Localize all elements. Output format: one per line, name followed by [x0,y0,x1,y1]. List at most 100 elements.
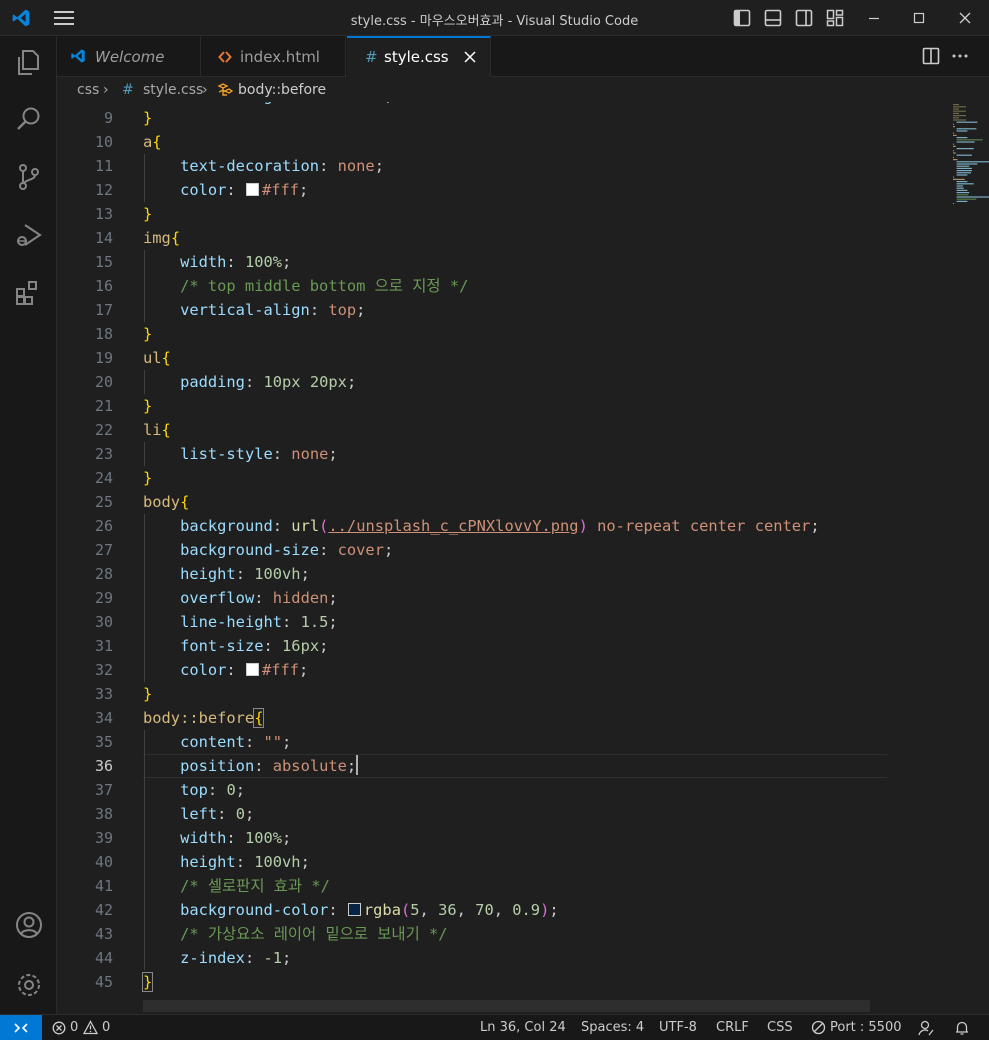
horizontal-scrollbar[interactable] [143,1000,870,1012]
code-line[interactable]: } [143,682,152,706]
code-line[interactable]: top: 0; [143,778,245,802]
encoding[interactable]: UTF-8 [659,1020,697,1035]
toggle-primary-sidebar-icon[interactable] [733,9,751,27]
search-icon[interactable] [14,104,44,134]
code-line[interactable]: width: 100%; [143,826,291,850]
code-line[interactable]: background: url(../unsplash_c_cPNXlovvY.… [143,514,820,538]
split-editor-icon[interactable] [921,46,941,66]
color-swatch[interactable] [347,903,361,916]
notifications-bell-icon[interactable] [954,1020,970,1036]
code-line[interactable]: overflow: hidden; [143,586,338,610]
minimap-line [953,134,957,136]
maximize-icon[interactable] [909,8,929,28]
minimap-line [956,172,971,174]
code-line[interactable]: } [143,466,152,490]
breadcrumb-folder[interactable]: css [77,82,99,98]
code-line[interactable]: vertical-align: top; [143,298,365,322]
remote-button[interactable] [0,1015,42,1040]
language-mode[interactable]: CSS [767,1020,793,1035]
explorer-icon[interactable] [14,48,44,78]
source-control-icon[interactable] [14,162,44,192]
code-line[interactable]: /* 가상요소 레이어 밑으로 보내기 */ [143,922,447,946]
customize-layout-icon[interactable] [826,9,844,27]
line-number: 42 [94,901,113,919]
error-count[interactable]: 0 [70,1020,78,1035]
tab-style-css[interactable]: # style.css [347,36,491,77]
minimap-line [953,159,958,161]
code-line[interactable]: left: 0; [143,802,254,826]
line-number: 22 [94,421,113,439]
close-icon[interactable] [955,8,975,28]
code-line[interactable]: body{ [143,490,189,514]
code-line[interactable]: width: 100%; [143,250,291,274]
line-number: 16 [94,277,113,295]
color-swatch[interactable] [245,183,259,196]
code-line[interactable]: /* 셀로판지 효과 */ [143,874,330,898]
minimap-line [953,143,954,145]
line-number: 39 [94,829,113,847]
minimap[interactable] [953,102,989,1014]
code-line[interactable]: line-height: 1.5; [143,610,338,634]
live-server-port[interactable]: Port : 5500 [830,1020,902,1035]
tab-index-html[interactable]: index.html [202,36,346,77]
code-line[interactable]: z-index: -1; [143,946,291,970]
code-line[interactable]: } [143,394,152,418]
code-line[interactable]: background-size: cover; [143,538,393,562]
code-line[interactable]: height: 100vh; [143,850,310,874]
code-line[interactable]: img{ [143,226,180,250]
tab-label: index.html [240,48,320,66]
code-line[interactable]: } [141,970,154,994]
toggle-panel-icon[interactable] [764,9,782,27]
code-line[interactable]: text-decoration: none; [143,154,384,178]
code-editor[interactable]: 8910111213141516171819202122232425262728… [57,102,989,1014]
code-line[interactable]: background-color: rgba(5, 36, 70, 0.9); [143,898,559,922]
line-number: 36 [94,757,113,775]
tab-close-icon[interactable] [463,50,477,64]
tab-welcome[interactable]: Welcome [57,36,201,77]
chevron-right-icon: › [103,82,109,98]
code-line[interactable]: color: #fff; [143,658,308,682]
cursor-position[interactable]: Ln 36, Col 24 [480,1020,566,1035]
tab-label: Welcome [95,48,165,66]
color-swatch[interactable] [245,663,259,676]
minimap-line [956,189,968,191]
toggle-secondary-sidebar-icon[interactable] [795,9,813,27]
code-line[interactable]: list-style: none; [143,442,338,466]
accounts-icon[interactable] [14,910,44,940]
code-line[interactable]: /* top middle bottom 으로 지정 */ [143,274,468,298]
breadcrumb-file[interactable]: style.css [143,82,203,98]
minimize-icon[interactable] [864,8,884,28]
minimap-line [956,200,968,202]
error-icon[interactable] [52,1021,66,1035]
code-line[interactable]: color: #fff; [143,178,308,202]
code-line[interactable]: padding: 10px 20px; [143,370,356,394]
extensions-icon[interactable] [14,278,44,308]
code-line[interactable]: body::before{ [143,706,265,730]
code-line[interactable]: font-size: 16px; [143,634,328,658]
settings-gear-icon[interactable] [14,970,44,1000]
warning-count[interactable]: 0 [102,1020,110,1035]
code-line[interactable]: content: ""; [143,730,291,754]
line-number: 20 [94,373,113,391]
line-number: 10 [94,133,113,151]
breadcrumb-symbol[interactable]: body::before [238,82,326,98]
minimap-line [956,192,970,194]
code-line[interactable]: a{ [143,130,162,154]
code-line[interactable]: } [143,322,152,346]
feedback-icon[interactable] [918,1020,935,1036]
code-line[interactable]: } [143,202,152,226]
more-actions-icon[interactable] [950,46,970,66]
end-of-line[interactable]: CRLF [716,1020,749,1035]
indentation[interactable]: Spaces: 4 [581,1020,644,1035]
code-line[interactable]: li{ [143,418,171,442]
code-line[interactable]: box-sizing: border-box; [143,102,393,108]
code-line[interactable]: position: absolute; [143,754,359,778]
code-lines[interactable]: box-sizing: border-box;}a{ text-decorati… [141,102,953,1014]
code-line[interactable]: } [143,106,152,130]
minimap-line [953,176,954,178]
run-and-debug-icon[interactable] [14,220,44,250]
line-number: 23 [94,445,113,463]
warning-icon[interactable] [83,1020,98,1035]
code-line[interactable]: ul{ [143,346,171,370]
code-line[interactable]: height: 100vh; [143,562,310,586]
